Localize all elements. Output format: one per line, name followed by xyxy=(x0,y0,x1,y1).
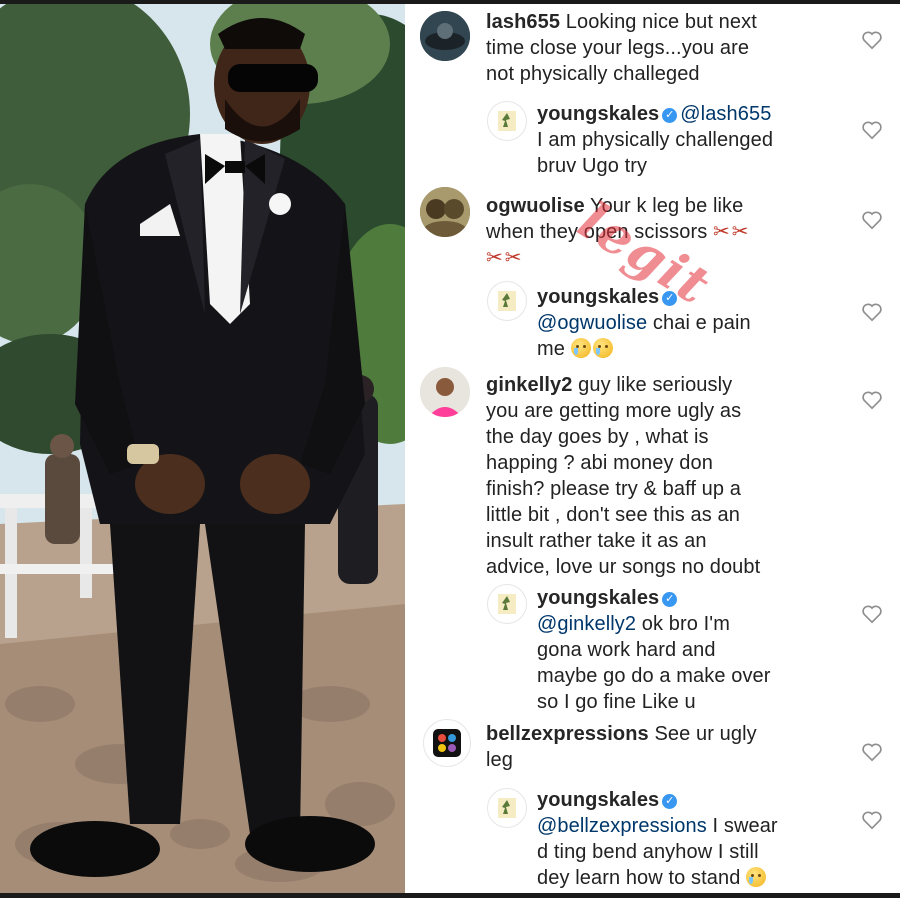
comment-line: I swear xyxy=(712,815,778,837)
reply-text: youngskales ✓ @bellzexpressions I swear d… xyxy=(537,787,778,891)
comment-line: d ting bend anyhow I still xyxy=(537,841,759,863)
comment-line: See ur ugly xyxy=(654,723,757,745)
crying-emoji-icon xyxy=(592,338,613,358)
reply-username[interactable]: youngskales xyxy=(537,103,659,125)
like-heart-icon[interactable] xyxy=(861,30,883,50)
reply-text: youngskales ✓ @lash655 I am physically cha… xyxy=(537,101,773,179)
comment-line: so I go fine Like u xyxy=(537,691,696,713)
avatar[interactable] xyxy=(423,719,471,767)
verified-badge-icon: ✓ xyxy=(662,794,678,809)
like-heart-icon[interactable] xyxy=(861,742,883,762)
avatar[interactable] xyxy=(420,187,470,237)
like-heart-icon[interactable] xyxy=(861,210,883,230)
youngskales-avatar-icon xyxy=(498,291,516,311)
comment-line: bruv Ugo try xyxy=(537,155,648,177)
verified-badge-icon: ✓ xyxy=(662,592,678,607)
youngskales-avatar-icon xyxy=(498,111,516,131)
youngskales-avatar-icon xyxy=(498,594,516,614)
reply-username[interactable]: youngskales xyxy=(537,789,659,811)
comment-text: lash655 Looking nice but next time close… xyxy=(486,9,757,87)
ogwuolise-avatar-icon xyxy=(420,187,470,237)
comment-line: maybe go do a make over xyxy=(537,665,771,687)
comment-line: ok bro I'm xyxy=(641,613,730,635)
avatar[interactable] xyxy=(487,281,527,321)
post-photo xyxy=(0,4,405,893)
comment-line: Looking nice but next xyxy=(565,11,757,33)
comment-username[interactable]: bellzexpressions xyxy=(486,723,649,745)
comment-username[interactable]: lash655 xyxy=(486,11,560,33)
bottom-border xyxy=(0,893,900,898)
comment-line: leg xyxy=(486,749,513,771)
comment-line: finish? please try & baff up a xyxy=(486,478,742,500)
comment-text: bellzexpressions See ur ugly leg xyxy=(486,721,757,773)
comment-username[interactable]: ogwuolise xyxy=(486,195,585,217)
comments-panel: lash655 Looking nice but next time close… xyxy=(405,4,900,893)
like-heart-icon[interactable] xyxy=(861,810,883,830)
mention-link[interactable]: @lash655 xyxy=(680,103,771,125)
comment-line: I am physically challenged xyxy=(537,129,774,151)
like-heart-icon[interactable] xyxy=(861,302,883,322)
photo-illustration xyxy=(0,4,405,893)
comment-line: you are getting more ugly as xyxy=(486,400,742,422)
like-heart-icon[interactable] xyxy=(861,390,883,410)
comment-text: ginkelly2 guy like seriously you are get… xyxy=(486,372,760,580)
crying-emoji-icon xyxy=(746,867,767,887)
avatar[interactable] xyxy=(487,584,527,624)
like-heart-icon[interactable] xyxy=(861,604,883,624)
mention-link[interactable]: @bellzexpressions xyxy=(537,815,707,837)
comment-line: insult rather take it as an xyxy=(486,530,707,552)
reply-text: youngskales ✓ @ginkelly2 ok bro I'm gona … xyxy=(537,585,771,715)
reply-username[interactable]: youngskales xyxy=(537,587,659,609)
avatar[interactable] xyxy=(420,11,470,61)
avatar[interactable] xyxy=(420,367,470,417)
comment-line: time close your legs...you are xyxy=(486,37,750,59)
comment-line: me xyxy=(537,338,565,360)
comment-line: not physically challeged xyxy=(486,63,700,85)
verified-badge-icon: ✓ xyxy=(662,108,678,123)
avatar[interactable] xyxy=(487,788,527,828)
mention-link[interactable]: @ginkelly2 xyxy=(537,613,636,635)
comment-line: advice, love ur songs no doubt xyxy=(486,556,761,578)
crying-emoji-icon xyxy=(570,338,591,358)
like-heart-icon[interactable] xyxy=(861,120,883,140)
comment-line: the day goes by , what is xyxy=(486,426,709,448)
ginkelly2-avatar-icon xyxy=(420,367,470,417)
scissors-emoji-icon: ✂✂ xyxy=(486,247,524,269)
comment-line: happing ? abi money don xyxy=(486,452,713,474)
comment-username[interactable]: ginkelly2 xyxy=(486,374,573,396)
scissors-emoji-icon: ✂✂ xyxy=(712,221,751,243)
comment-line: little bit , don't see this as an xyxy=(486,504,740,526)
comment-line: gona work hard and xyxy=(537,639,716,661)
avatar[interactable] xyxy=(487,101,527,141)
lash655-avatar-icon xyxy=(420,11,470,61)
bellzexpressions-avatar-icon xyxy=(433,729,461,757)
comment-line: dey learn how to stand xyxy=(537,867,741,889)
youngskales-avatar-icon xyxy=(498,798,516,818)
